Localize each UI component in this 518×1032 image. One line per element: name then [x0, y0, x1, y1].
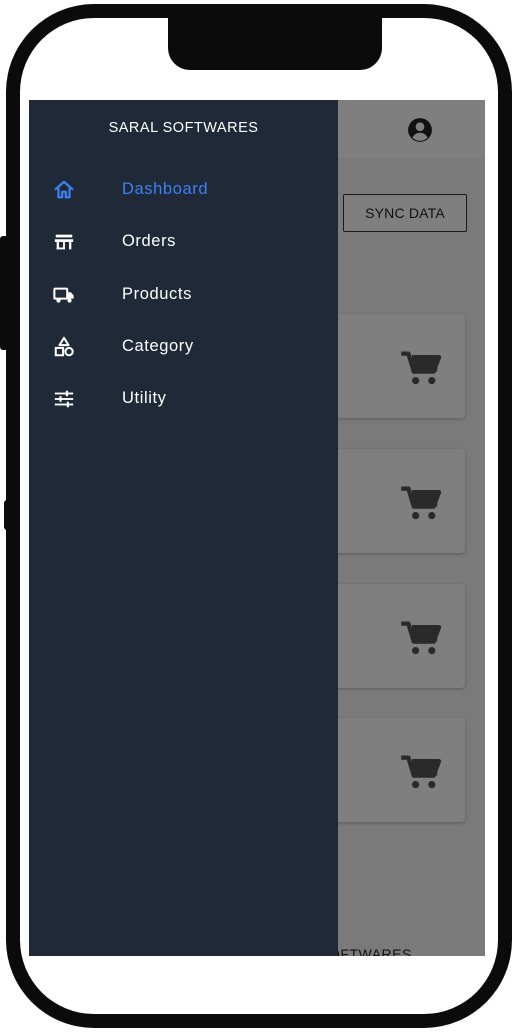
nav-label-orders: Orders [122, 232, 177, 250]
truck-icon [53, 287, 74, 303]
phone-side-button [0, 236, 8, 350]
nav-item-category[interactable]: Category [29, 327, 338, 367]
nav-label-category: Category [122, 337, 194, 355]
phone-side-button-lower [4, 500, 10, 530]
home-icon [54, 180, 74, 199]
navigation-drawer: SARAL SOFTWARES Dashboard Orders Product… [29, 100, 338, 956]
nav-label-products: Products [122, 285, 192, 303]
sliders-icon [54, 390, 74, 408]
drawer-brand-title: SARAL SOFTWARES [108, 120, 259, 136]
store-icon [54, 234, 74, 250]
shapes-icon [54, 336, 74, 357]
nav-item-products[interactable]: Products [29, 275, 338, 315]
nav-item-orders[interactable]: Orders [29, 222, 338, 262]
phone-notch [168, 18, 382, 70]
app-screen: SYNC DATA OFTWARES SARAL SOFTWARE [29, 100, 485, 956]
nav-label-dashboard: Dashboard [122, 180, 209, 198]
nav-item-utility[interactable]: Utility [29, 379, 338, 419]
nav-label-utility: Utility [122, 389, 167, 407]
nav-item-dashboard[interactable]: Dashboard [29, 170, 338, 210]
